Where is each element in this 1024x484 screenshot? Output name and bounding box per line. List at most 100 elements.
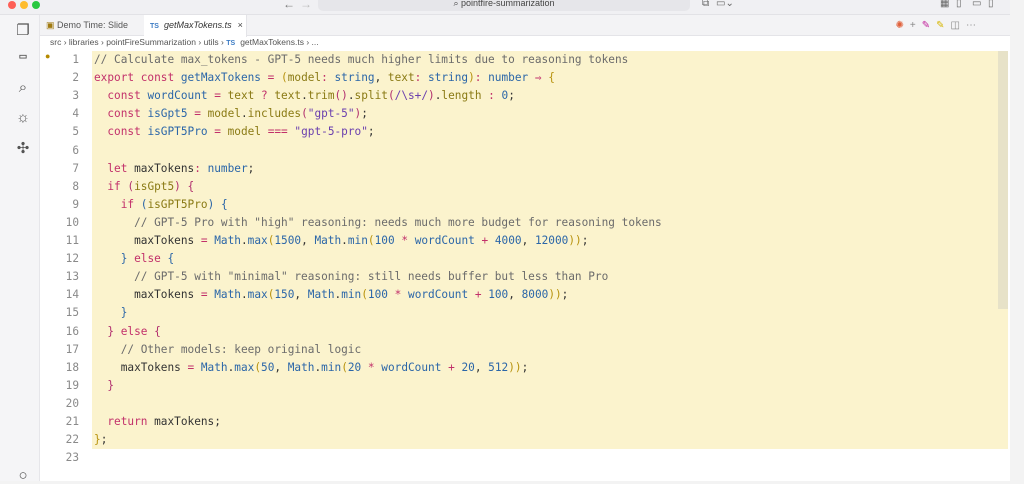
code-token: )) xyxy=(548,288,562,302)
code-token: ( xyxy=(387,89,395,103)
code-line[interactable]: 10 // GPT-5 Pro with "high" reasoning: n… xyxy=(40,214,980,232)
line-number: 12 xyxy=(65,252,79,266)
code-line[interactable]: 18 maxTokens = Math.max(50, Math.min(20 … xyxy=(40,359,980,377)
code-token: . xyxy=(301,89,308,103)
minimize-window-button[interactable] xyxy=(20,1,28,9)
maximize-window-button[interactable] xyxy=(32,1,40,9)
code-line[interactable]: 23 xyxy=(40,449,980,467)
code-token: { xyxy=(154,324,161,338)
code-line[interactable]: 5 const isGPT5Pro = model === "gpt-5-pro… xyxy=(40,123,980,141)
pen-icon[interactable]: ✎ xyxy=(922,20,936,31)
explorer-icon[interactable]: ❐ xyxy=(14,21,32,39)
code-line[interactable]: 17 // Other models: keep original logic xyxy=(40,341,980,359)
code-token: string xyxy=(428,71,469,85)
code-editor[interactable]: ● 1// Calculate max_tokens - GPT-5 needs… xyxy=(40,51,1010,481)
line-code: maxTokens = Math.max(1500, Math.min(100 … xyxy=(94,232,588,250)
close-tab-icon[interactable]: × xyxy=(238,20,243,30)
code-token: , xyxy=(474,360,489,374)
tab-demo-time-slide[interactable]: ▣ Demo Time: Slide xyxy=(40,15,142,36)
line-number: 3 xyxy=(72,89,79,103)
code-token: text xyxy=(387,71,415,85)
code-token: isGPT5Pro xyxy=(147,125,208,139)
code-line[interactable]: 20 xyxy=(40,395,980,413)
debug-icon[interactable]: ☼ xyxy=(14,109,32,126)
line-number: 23 xyxy=(65,451,79,465)
code-token: ( xyxy=(367,234,375,247)
code-line[interactable]: 16 } else { xyxy=(40,323,980,341)
breadcrumb-item[interactable]: utils xyxy=(204,37,219,47)
demo-time-icon[interactable]: ▭ xyxy=(14,51,32,62)
code-token: , xyxy=(374,71,388,85)
code-line[interactable]: 9 if (isGPT5Pro) { xyxy=(40,196,980,214)
line-number: 1 xyxy=(72,53,79,66)
forward-button[interactable]: → xyxy=(300,0,312,11)
command-center-search[interactable]: ⌕ pointfire-summarization xyxy=(318,0,690,11)
breadcrumb-item[interactable]: src xyxy=(50,37,61,47)
code-token: model xyxy=(287,71,322,85)
code-token: , xyxy=(521,234,535,247)
back-button[interactable]: ← xyxy=(283,0,295,11)
line-code: if (isGPT5Pro) { xyxy=(94,196,228,214)
code-line[interactable]: 19 } xyxy=(40,377,980,395)
code-token: max xyxy=(247,288,268,302)
code-line[interactable]: 7 let maxTokens: number; xyxy=(40,160,980,178)
toggle-secondary-sidebar-icon[interactable]: ▯ xyxy=(988,0,994,9)
code-token: + xyxy=(468,288,489,302)
code-line[interactable]: 14 maxTokens = Math.max(150, Math.min(10… xyxy=(40,286,980,304)
line-code: // GPT-5 with "minimal" reasoning: still… xyxy=(94,268,608,286)
line-code: maxTokens = Math.max(50, Math.min(20 * w… xyxy=(94,359,529,377)
vscode-window: ← → ⌕ pointfire-summarization ⧉ ▭⌄ ▦ ▯ ▭… xyxy=(0,0,1010,484)
line-number: 13 xyxy=(65,270,79,284)
more-icon[interactable]: ⋯ xyxy=(966,20,982,31)
code-line[interactable]: 15 } xyxy=(40,304,980,322)
split-editor-icon[interactable]: ◫ xyxy=(951,20,966,31)
tab-getmaxtokens[interactable]: TS getMaxTokens.ts × xyxy=(144,15,247,37)
code-token: : xyxy=(474,71,489,85)
code-token: ⇒ xyxy=(528,71,549,85)
layout-grid-icon[interactable]: ▦ xyxy=(940,0,949,9)
code-line[interactable]: 4 const isGpt5 = model.includes("gpt-5")… xyxy=(40,105,980,123)
extensions-icon[interactable]: ✣ xyxy=(14,139,32,157)
code-line[interactable]: 12 } else { xyxy=(40,250,980,268)
code-line[interactable]: 6 xyxy=(40,142,980,160)
toggle-panel-icon[interactable]: ▭ xyxy=(972,0,981,9)
code-line[interactable]: 8 if (isGpt5) { xyxy=(40,178,980,196)
breadcrumb-item[interactable]: pointFireSummarization xyxy=(106,37,196,47)
code-token: , xyxy=(274,360,288,374)
code-line[interactable]: 1 // Calculate max_tokens - GPT-5 needs m… xyxy=(40,51,980,69)
breadcrumb-item[interactable]: ... xyxy=(312,37,319,47)
search-icon[interactable]: ⌕ xyxy=(14,79,32,96)
highlighter-icon[interactable]: ✎ xyxy=(936,20,950,31)
code-line[interactable]: 21 return maxTokens; xyxy=(40,413,980,431)
add-icon[interactable]: + xyxy=(910,20,922,31)
code-line[interactable]: 13 // GPT-5 with "minimal" reasoning: st… xyxy=(40,268,980,286)
breadcrumb-item[interactable]: getMaxTokens.ts xyxy=(240,37,304,47)
toggle-sidebar-icon[interactable]: ▯ xyxy=(956,0,962,9)
breadcrumb-item[interactable]: libraries xyxy=(69,37,99,47)
code-token: ) xyxy=(174,179,181,193)
code-token: ; xyxy=(100,433,108,447)
code-token: , xyxy=(508,288,522,302)
line-number: 10 xyxy=(65,215,79,229)
code-line[interactable]: 22}; xyxy=(40,431,980,449)
line-number: 6 xyxy=(72,143,79,157)
code-token: } xyxy=(94,433,101,447)
chat-icon[interactable]: ▭⌄ xyxy=(716,0,734,9)
code-token: /\s+/ xyxy=(394,89,429,103)
code-token: { xyxy=(167,252,175,266)
code-token: : xyxy=(414,71,428,85)
code-line[interactable]: 3 const wordCount = text ? text.trim().s… xyxy=(40,87,980,105)
close-window-button[interactable] xyxy=(8,1,16,9)
code-token: isGpt5 xyxy=(147,107,188,121)
code-token: 1500 xyxy=(274,234,302,247)
code-token: // GPT-5 Pro with "high" reasoning: need… xyxy=(134,215,662,229)
code-line[interactable]: 2 export const getMaxTokens = (model: str… xyxy=(40,69,980,87)
open-external-icon[interactable]: ⧉ xyxy=(702,0,709,9)
account-icon[interactable]: ○ xyxy=(14,467,32,484)
code-line[interactable]: 11 maxTokens = Math.max(1500, Math.min(1… xyxy=(40,232,980,250)
debug-icon[interactable]: ✺ xyxy=(896,20,910,31)
code-token: model xyxy=(207,107,241,121)
scrollbar[interactable] xyxy=(998,51,1008,309)
